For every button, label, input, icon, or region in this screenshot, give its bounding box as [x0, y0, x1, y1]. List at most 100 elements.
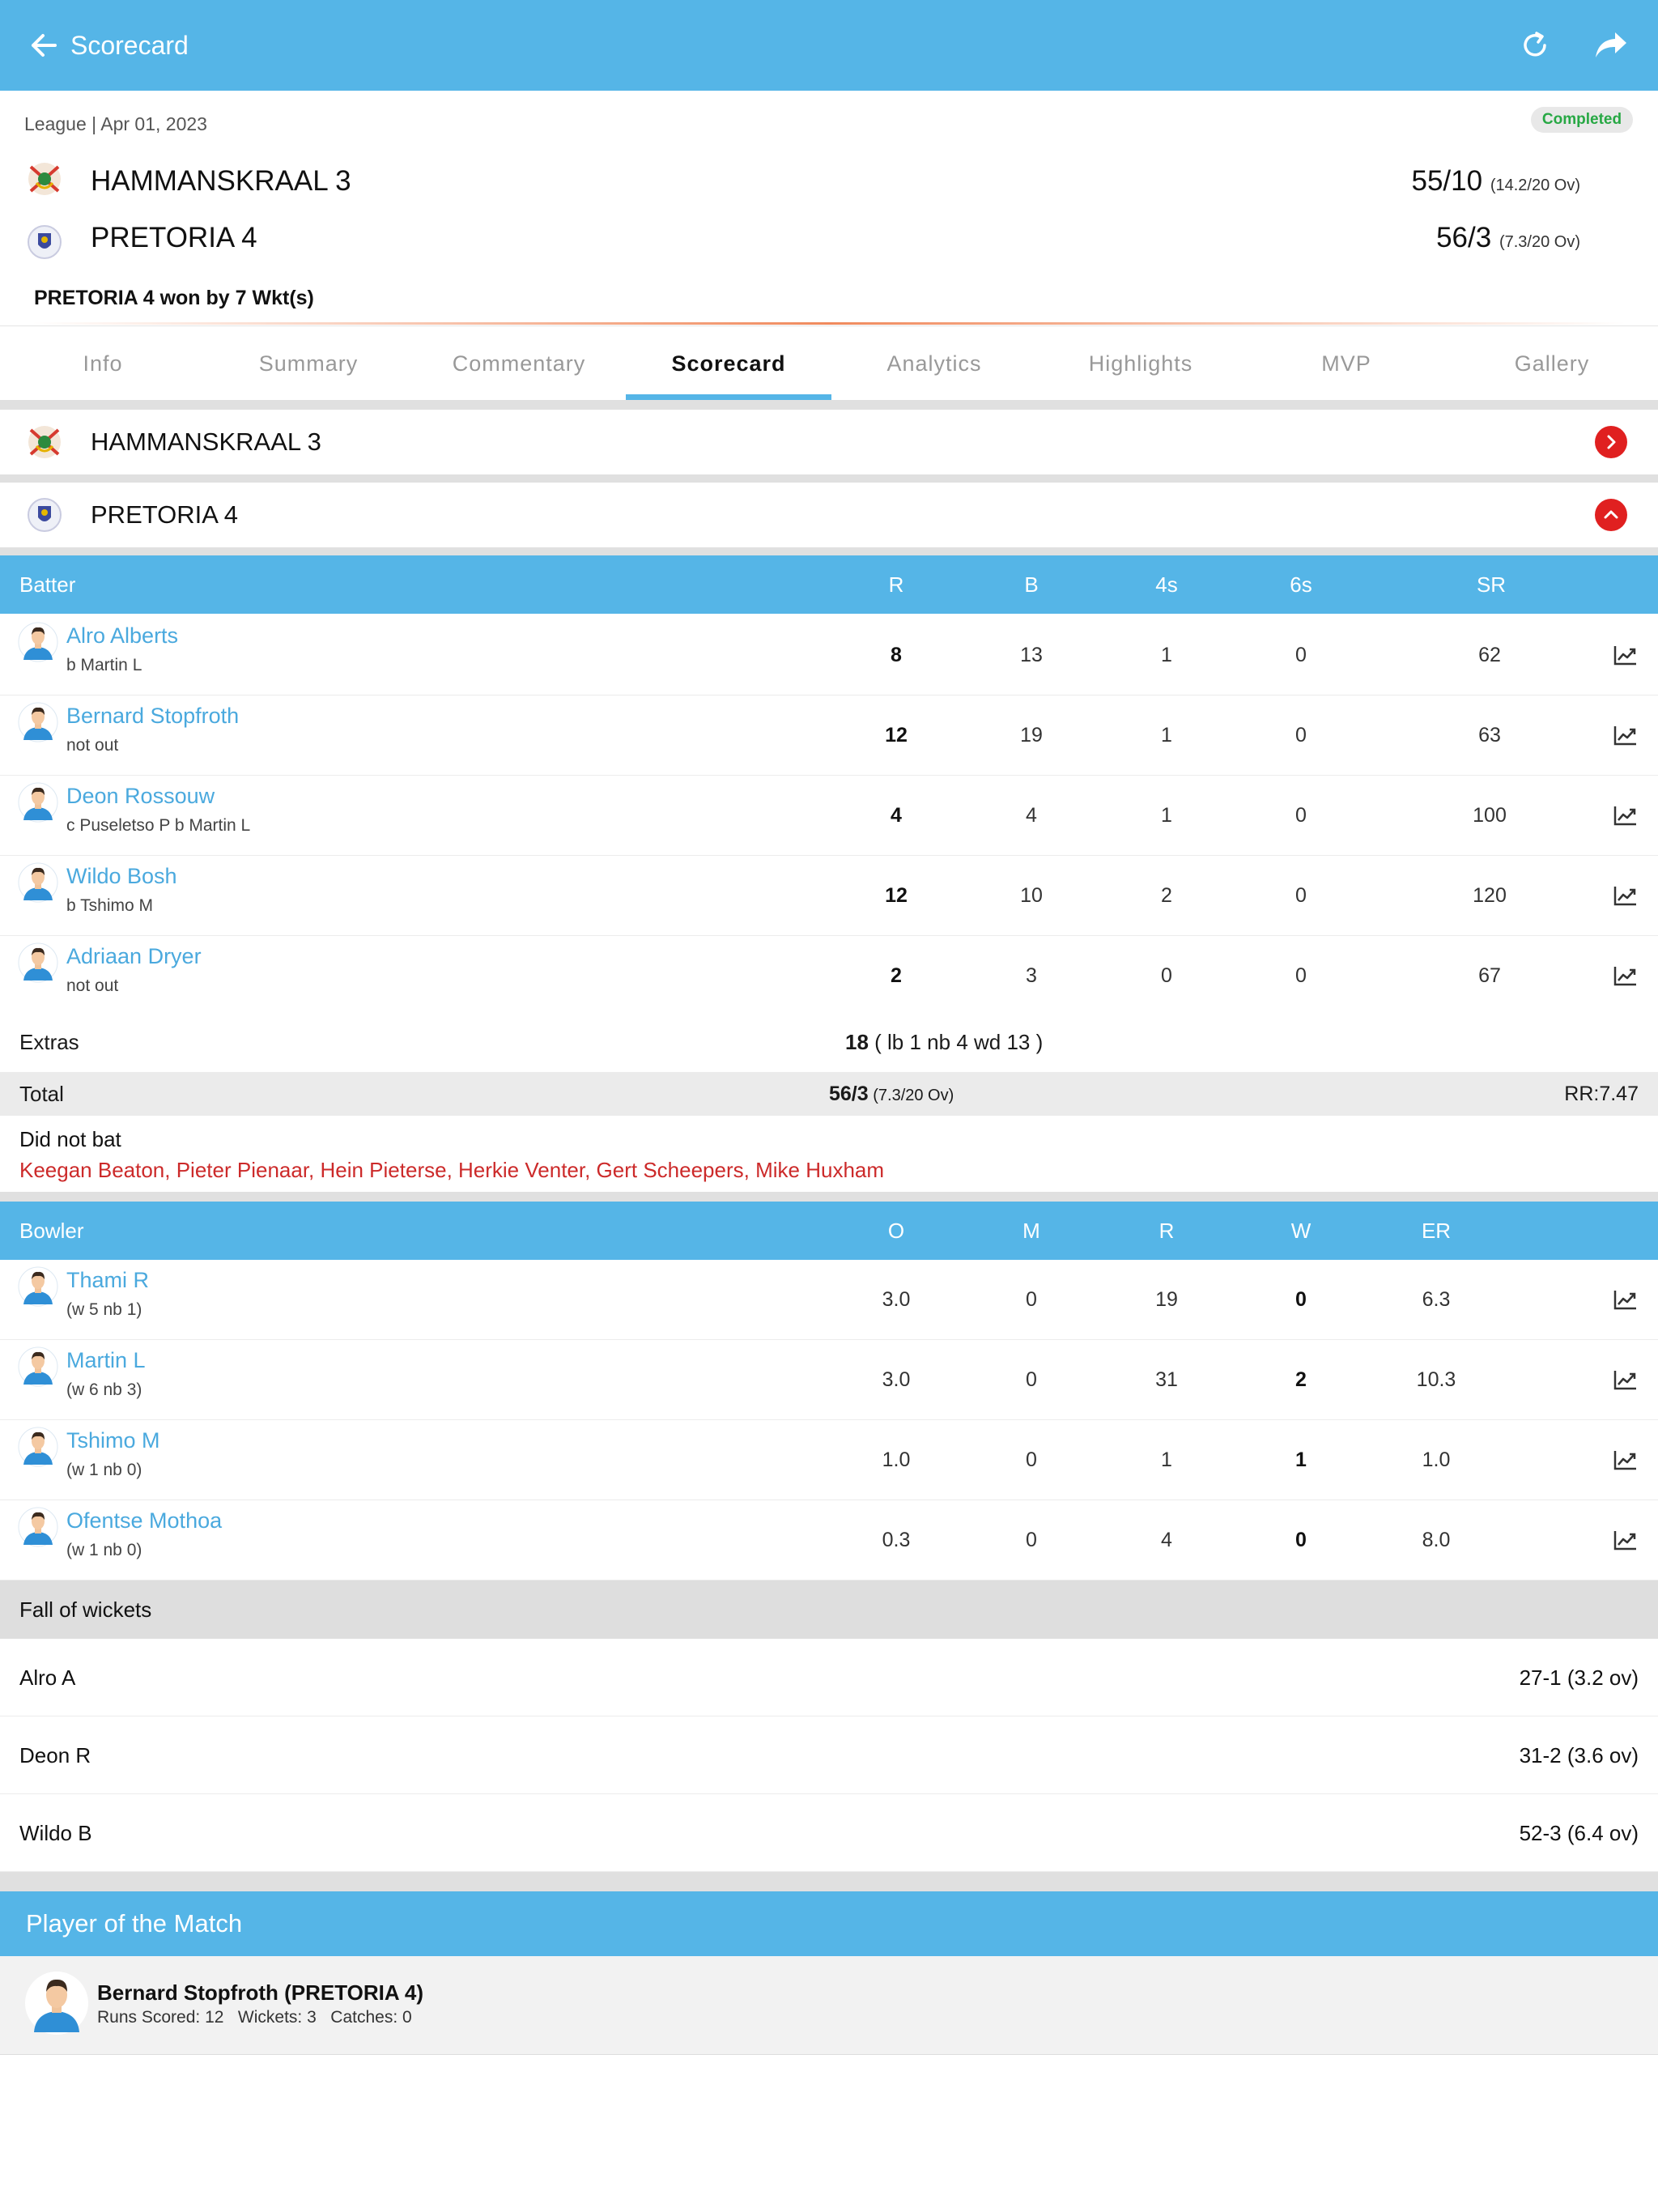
dismissal-info: b Tshimo M — [66, 896, 153, 915]
innings-bar-pretoria[interactable]: PRETORIA 4 — [0, 483, 1658, 547]
header-overs: O — [887, 1219, 905, 1243]
bowler-extras: (w 5 nb 1) — [66, 1300, 142, 1319]
section-gap — [0, 1192, 1658, 1202]
extras-total: 18 — [845, 1030, 869, 1054]
team-logo-icon — [24, 422, 65, 462]
player-of-match-card[interactable]: Bernard Stopfroth (PRETORIA 4) Runs Scor… — [0, 1956, 1658, 2055]
sixes-value: 0 — [1295, 884, 1307, 907]
maidens-value: 0 — [1026, 1529, 1037, 1551]
runs-value: 12 — [885, 724, 908, 747]
batter-name[interactable]: Deon Rossouw — [66, 784, 215, 809]
header-bowler: Bowler — [19, 1219, 84, 1243]
economy-value: 8.0 — [1422, 1529, 1451, 1551]
divider — [32, 322, 1626, 325]
header-sixes: 6s — [1290, 572, 1312, 597]
batter-name[interactable]: Bernard Stopfroth — [66, 704, 239, 729]
strike-rate-value: 67 — [1478, 964, 1501, 987]
bowler-name[interactable]: Thami R — [66, 1268, 149, 1293]
wicket-batter-name: Wildo B — [19, 1821, 92, 1845]
tab-highlights[interactable]: Highlights — [1038, 326, 1244, 401]
header-balls: B — [1024, 572, 1039, 597]
economy-value: 10.3 — [1416, 1368, 1456, 1391]
wicket-score: 27-1 (3.2 ov) — [1519, 1665, 1639, 1690]
match-result: PRETORIA 4 won by 7 Wkt(s) — [34, 287, 314, 309]
balls-value: 4 — [1026, 804, 1037, 827]
fall-of-wicket-row: Deon R 31-2 (3.6 ov) — [0, 1716, 1658, 1794]
batter-name[interactable]: Adriaan Dryer — [66, 944, 202, 969]
match-meta: League | Apr 01, 2023 — [24, 113, 207, 134]
batter-name[interactable]: Wildo Bosh — [66, 864, 177, 889]
batter-name[interactable]: Alro Alberts — [66, 623, 178, 649]
player-avatar-icon — [18, 702, 58, 742]
player-avatar-icon — [18, 942, 58, 983]
chart-icon[interactable] — [1613, 1369, 1638, 1390]
refresh-icon[interactable] — [1512, 23, 1558, 68]
player-of-match-stats: Runs Scored: 12 Wickets: 3 Catches: 0 — [97, 2008, 412, 2027]
wickets-value: 0 — [1295, 1529, 1307, 1551]
chart-icon[interactable] — [1613, 1529, 1638, 1551]
tab-mvp[interactable]: MVP — [1244, 326, 1449, 401]
wicket-batter-name: Alro A — [19, 1665, 76, 1690]
chart-icon[interactable] — [1613, 965, 1638, 986]
chart-icon[interactable] — [1613, 1449, 1638, 1470]
tab-scorecard[interactable]: Scorecard — [626, 326, 831, 401]
bowler-name[interactable]: Tshimo M — [66, 1428, 160, 1453]
sixes-value: 0 — [1295, 964, 1307, 987]
tab-info[interactable]: Info — [0, 326, 206, 401]
run-rate: RR:7.47 — [1564, 1083, 1639, 1105]
header-runs: R — [1158, 1219, 1175, 1243]
batter-row: Alro Alberts b Martin L 8 13 1 0 62 — [0, 615, 1658, 696]
balls-value: 10 — [1020, 884, 1043, 907]
chevron-up-icon[interactable] — [1595, 499, 1627, 531]
bowler-name[interactable]: Martin L — [66, 1348, 146, 1373]
tab-commentary[interactable]: Commentary — [416, 326, 622, 401]
total-value: 56/3 (7.3/20 Ov) — [829, 1072, 954, 1117]
total-label: Total — [19, 1082, 64, 1106]
chart-icon[interactable] — [1613, 1289, 1638, 1310]
total-score: 56/3 — [829, 1083, 869, 1105]
header-strike-rate: SR — [1476, 572, 1507, 597]
back-arrow-icon[interactable] — [21, 23, 66, 68]
team-logo-icon — [24, 222, 65, 262]
maidens-value: 0 — [1026, 1288, 1037, 1311]
dismissal-info: not out — [66, 736, 119, 755]
tab-summary[interactable]: Summary — [206, 326, 411, 401]
share-icon[interactable] — [1588, 23, 1634, 68]
strike-rate-value: 63 — [1478, 724, 1501, 747]
team-score: 56/3 (7.3/20 Ov) — [1436, 222, 1580, 254]
runs-value: 1 — [1161, 1448, 1172, 1471]
overs-value: 3.0 — [882, 1368, 911, 1391]
wickets-value: 1 — [1295, 1448, 1307, 1471]
maidens-value: 0 — [1026, 1448, 1037, 1471]
bowler-extras: (w 6 nb 3) — [66, 1380, 142, 1399]
header-wickets: W — [1290, 1219, 1312, 1243]
score-value: 56/3 — [1436, 222, 1492, 253]
player-of-match-title: Player of the Match — [26, 1909, 243, 1938]
chart-icon[interactable] — [1613, 805, 1638, 826]
tab-gallery[interactable]: Gallery — [1449, 326, 1655, 401]
maidens-value: 0 — [1026, 1368, 1037, 1391]
overs-value: 1.0 — [882, 1448, 911, 1471]
innings-team-name: PRETORIA 4 — [91, 500, 239, 529]
batting-header: Batter R B 4s 6s SR — [0, 555, 1658, 614]
chart-icon[interactable] — [1613, 644, 1638, 666]
chevron-right-icon[interactable] — [1595, 426, 1627, 458]
chart-icon[interactable] — [1613, 885, 1638, 906]
innings-bar-hammanskraal[interactable]: HAMMANSKRAAL 3 — [0, 410, 1658, 474]
chart-icon[interactable] — [1613, 725, 1638, 746]
bowler-extras: (w 1 nb 0) — [66, 1461, 142, 1479]
team-score: 55/10 (14.2/20 Ov) — [1412, 165, 1581, 198]
total-row: Total 56/3 (7.3/20 Ov) RR:7.47 — [0, 1072, 1658, 1116]
player-avatar-icon — [18, 1346, 58, 1387]
did-not-bat-names[interactable]: Keegan Beaton, Pieter Pienaar, Hein Piet… — [19, 1158, 884, 1183]
section-gap — [0, 547, 1658, 555]
score-value: 55/10 — [1411, 165, 1483, 197]
economy-value: 1.0 — [1422, 1448, 1451, 1471]
fours-value: 0 — [1161, 964, 1172, 987]
bowler-name[interactable]: Ofentse Mothoa — [66, 1508, 222, 1534]
runs-value: 31 — [1155, 1368, 1178, 1391]
player-of-match-name: Bernard Stopfroth (PRETORIA 4) — [97, 1980, 424, 2005]
tab-analytics[interactable]: Analytics — [831, 326, 1037, 401]
sixes-value: 0 — [1295, 644, 1307, 666]
dismissal-info: not out — [66, 976, 119, 995]
